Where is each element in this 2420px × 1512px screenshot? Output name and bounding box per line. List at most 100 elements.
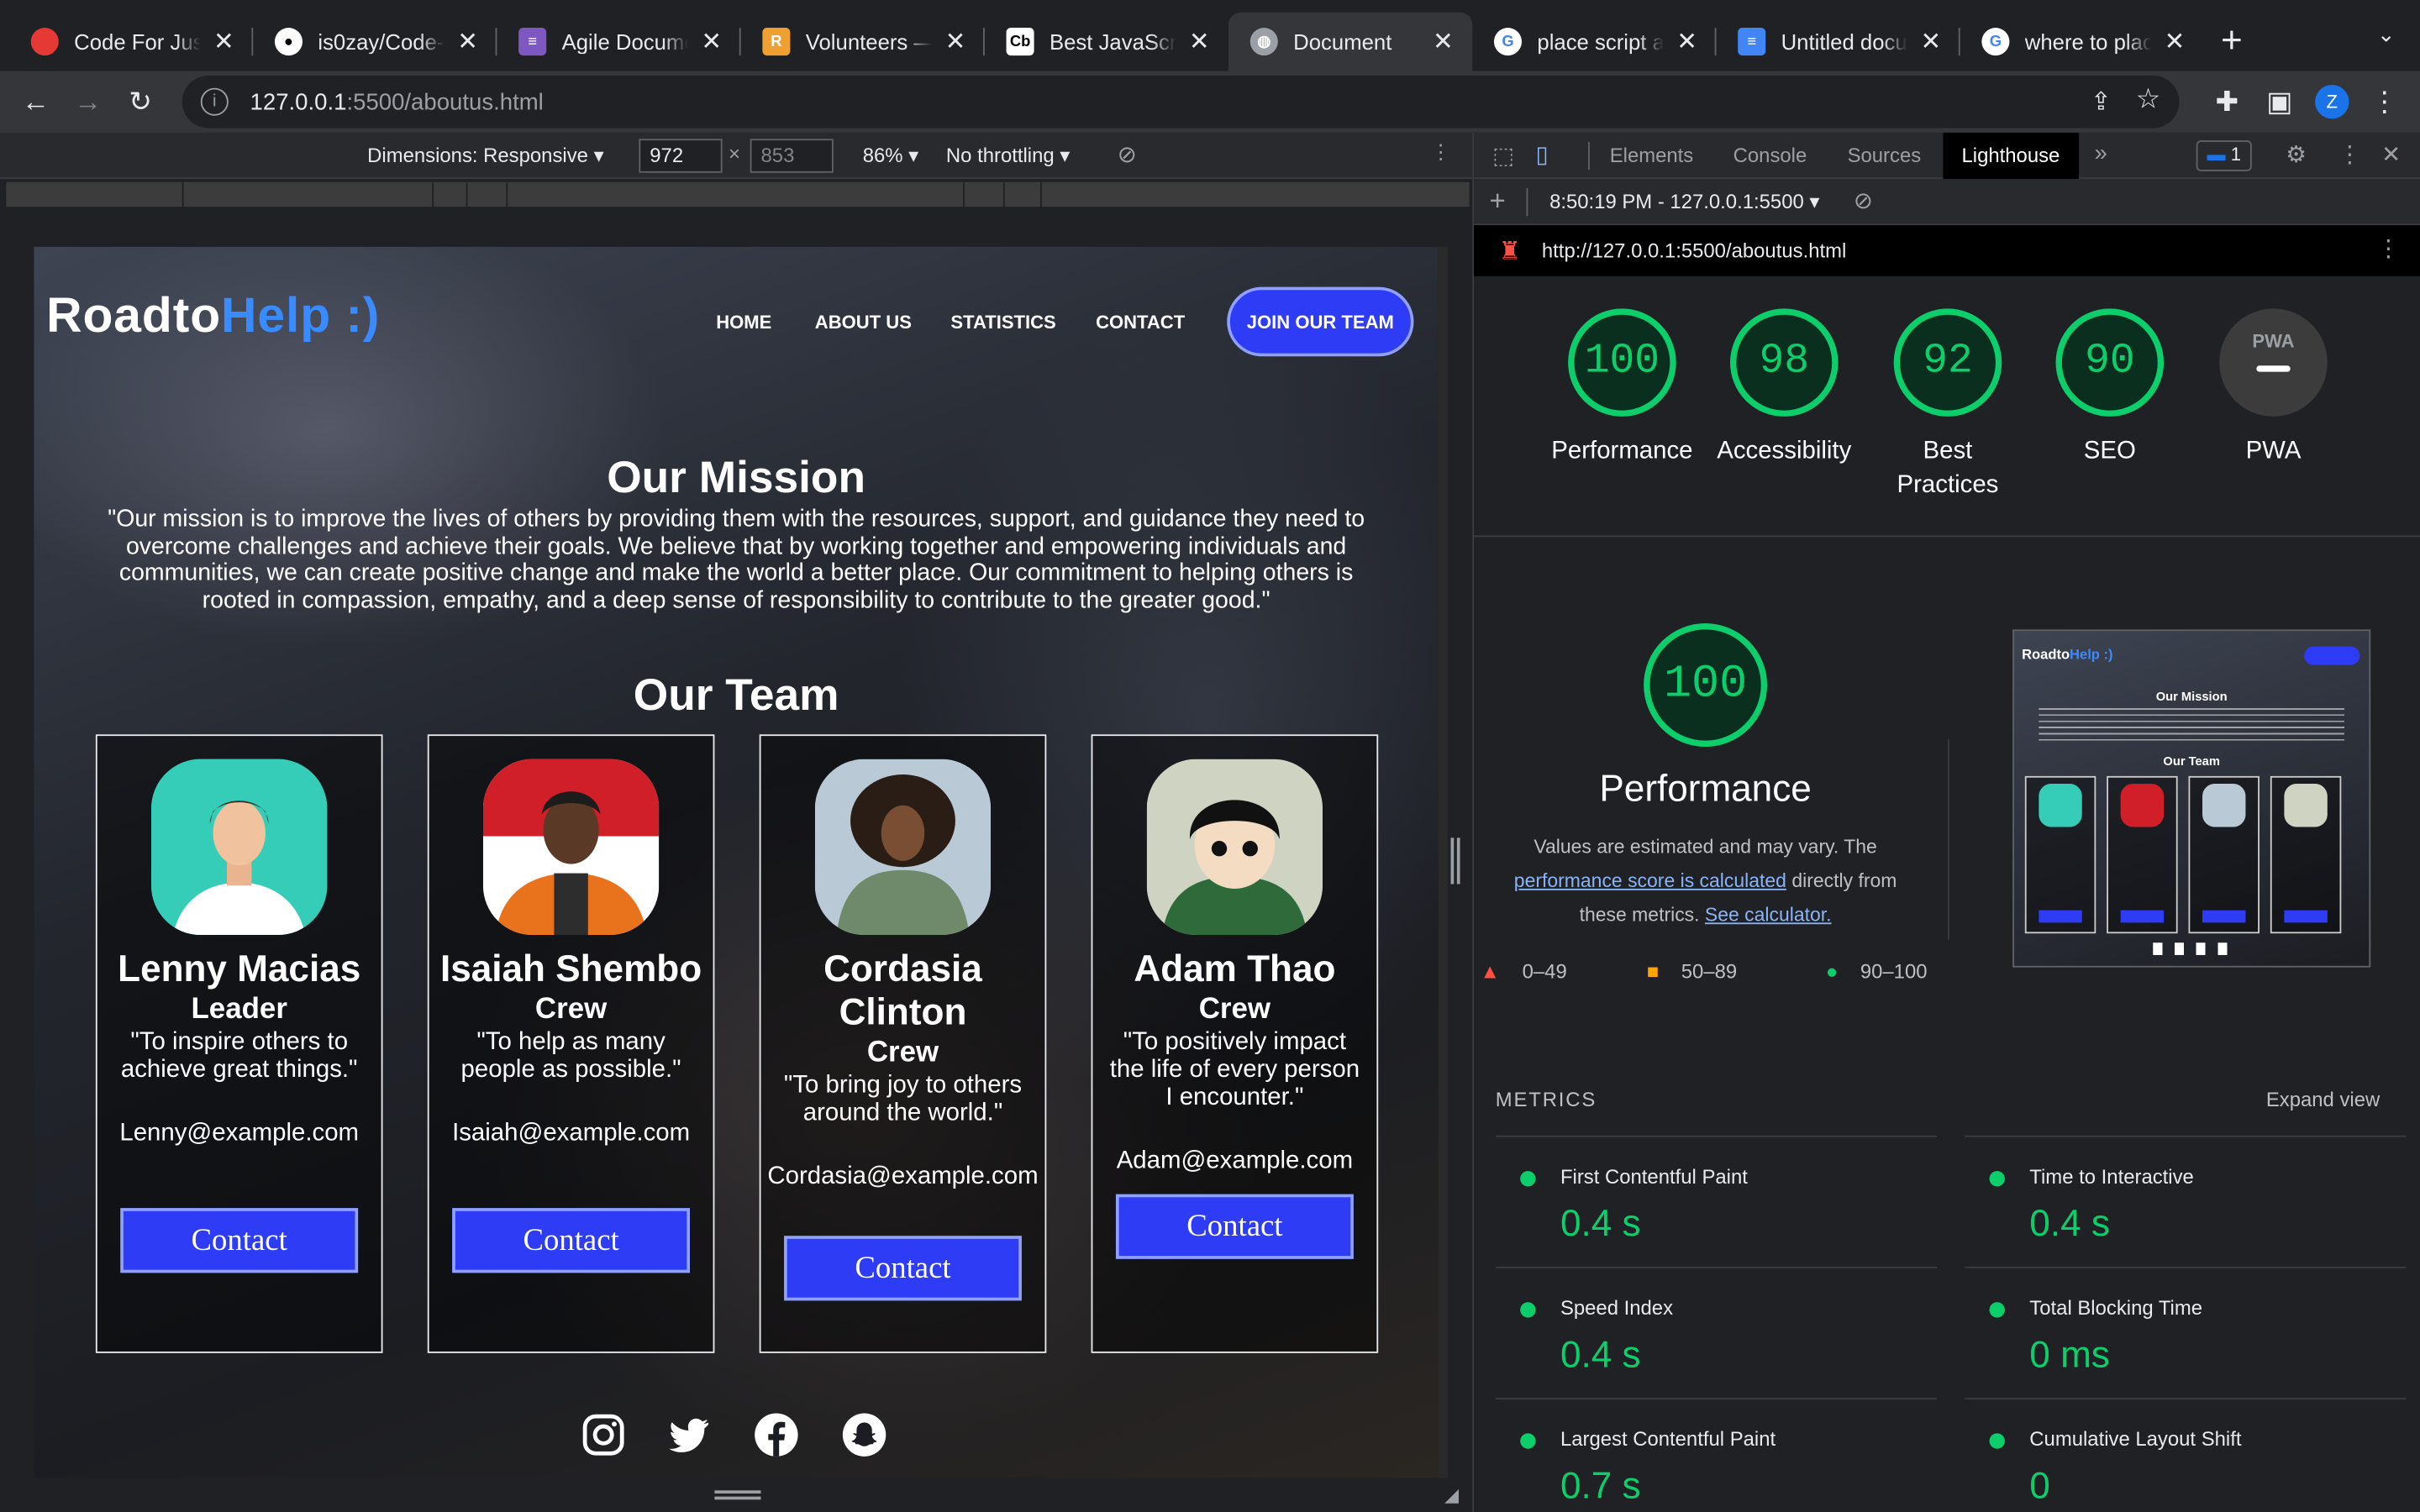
contact-button[interactable]: Contact bbox=[120, 1208, 359, 1273]
clear-reports-icon[interactable]: ⊘ bbox=[1854, 186, 1873, 214]
share-icon[interactable]: ⇪ bbox=[2091, 87, 2112, 118]
tab-title: where to place bbox=[2024, 29, 2152, 55]
score-calculated-link[interactable]: performance score is calculated bbox=[1514, 870, 1786, 892]
nav-contact[interactable]: CONTACT bbox=[1096, 312, 1185, 333]
contact-button[interactable]: Contact bbox=[784, 1236, 1022, 1301]
browser-tab[interactable]: Cb Best JavaScript ✕ bbox=[985, 13, 1228, 71]
more-tabs-icon[interactable]: » bbox=[2094, 140, 2107, 166]
profile-avatar[interactable]: Z bbox=[2315, 85, 2349, 119]
close-tab-icon[interactable]: ✕ bbox=[210, 26, 238, 57]
device-toggle-icon[interactable]: ▯ bbox=[1536, 140, 1549, 168]
settings-gear-icon[interactable]: ⚙ bbox=[2286, 140, 2307, 168]
contact-button[interactable]: Contact bbox=[1115, 1194, 1354, 1259]
resize-handle-bottom[interactable] bbox=[714, 1490, 761, 1500]
close-tab-icon[interactable]: ✕ bbox=[1673, 26, 1701, 57]
contact-button[interactable]: Contact bbox=[452, 1208, 691, 1273]
back-icon[interactable]: ← bbox=[9, 76, 61, 128]
snapchat-icon[interactable] bbox=[841, 1412, 887, 1458]
see-calculator-link[interactable]: See calculator. bbox=[1705, 904, 1832, 926]
close-tab-icon[interactable]: ✕ bbox=[697, 26, 725, 57]
tab-title: is0zay/Code-For-Justice bbox=[318, 29, 445, 55]
google-icon: G bbox=[1981, 28, 2010, 56]
bookmark-star-icon[interactable]: ☆ bbox=[2136, 83, 2161, 116]
browser-tab[interactable]: R Volunteers — Readme ✕ bbox=[741, 13, 985, 71]
score-pwa[interactable]: PWA PWA bbox=[2181, 308, 2365, 469]
throttling-dropdown[interactable]: No throttling ▾ bbox=[946, 144, 1070, 168]
member-avatar bbox=[151, 759, 328, 936]
nav-home[interactable]: HOME bbox=[716, 312, 771, 333]
legend-pass: ● 90–100 bbox=[1825, 959, 1928, 984]
globe-icon: ◍ bbox=[1249, 28, 1278, 56]
close-tab-icon[interactable]: ✕ bbox=[941, 26, 969, 57]
address-bar[interactable]: i 127.0.0.1:5500/aboutus.html ⇪ ☆ bbox=[182, 76, 2180, 129]
score-value: 100 bbox=[1568, 308, 1676, 417]
browser-tab[interactable]: ≡ Agile Documents ✕ bbox=[497, 13, 741, 71]
instagram-icon[interactable] bbox=[581, 1412, 627, 1458]
nav-about-us[interactable]: ABOUT US bbox=[815, 312, 912, 333]
browser-menu-icon[interactable]: ⋮ bbox=[2359, 76, 2411, 128]
forward-icon[interactable]: → bbox=[61, 76, 113, 128]
browser-tab[interactable]: Gwhere to place ✕ bbox=[1960, 13, 2204, 71]
media-query-ruler[interactable] bbox=[6, 181, 1470, 207]
height-input[interactable]: 853 bbox=[750, 139, 834, 173]
circle-icon: ● bbox=[1825, 959, 1839, 984]
thumb-join-button bbox=[2304, 646, 2360, 665]
join-our-team-button[interactable]: JOIN OUR TEAM bbox=[1227, 286, 1414, 357]
resize-handle-right[interactable] bbox=[1450, 837, 1460, 885]
report-menu-icon[interactable]: ⋮ bbox=[2377, 234, 2401, 262]
width-input[interactable]: 972 bbox=[639, 139, 723, 173]
thumb-logo: RoadtoHelp :) bbox=[2022, 646, 2113, 662]
performance-title: Performance bbox=[1599, 768, 1812, 811]
close-tab-icon[interactable]: ✕ bbox=[1186, 26, 1213, 57]
close-tab-icon[interactable]: ✕ bbox=[1429, 26, 1457, 57]
browser-tab[interactable]: Gplace script at ✕ bbox=[1472, 13, 1717, 71]
score-seo[interactable]: 90 SEO bbox=[2018, 308, 2202, 469]
score-accessibility[interactable]: 98 Accessibility bbox=[1691, 308, 1876, 469]
member-email: Adam@example.com bbox=[1116, 1147, 1354, 1174]
side-panel-icon[interactable]: ▣ bbox=[2254, 76, 2306, 128]
resize-corner-icon[interactable]: ◢ bbox=[1444, 1484, 1459, 1506]
devtools-menu-icon[interactable]: ⋮ bbox=[2338, 140, 2362, 168]
nav-statistics[interactable]: STATISTICS bbox=[950, 312, 1055, 333]
devtools-tabbar: ⬚ ▯ Elements Console Sources Lighthouse … bbox=[1474, 132, 2420, 180]
url-path: :5500/aboutus.html bbox=[346, 88, 544, 115]
tab-sources[interactable]: Sources bbox=[1848, 144, 1922, 167]
tab-lighthouse[interactable]: Lighthouse bbox=[1943, 132, 2079, 180]
close-devtools-icon[interactable]: ✕ bbox=[2381, 140, 2401, 168]
reload-icon[interactable]: ↻ bbox=[114, 76, 166, 128]
thumb-card bbox=[2024, 775, 2096, 934]
rotate-icon[interactable]: ⊘ bbox=[1118, 140, 1137, 168]
viewport-scrollbar[interactable] bbox=[1438, 246, 1448, 1478]
browser-tab-active[interactable]: ◍ Document ✕ bbox=[1228, 12, 1473, 71]
site-info-icon[interactable]: i bbox=[200, 87, 229, 116]
issues-badge[interactable]: ▬ 1 bbox=[2196, 140, 2252, 171]
score-best-practices[interactable]: 92 Best Practices bbox=[1855, 308, 2040, 502]
site-logo[interactable]: RoadtoHelp :) bbox=[46, 287, 380, 344]
close-tab-icon[interactable]: ✕ bbox=[1917, 26, 1944, 57]
close-tab-icon[interactable]: ✕ bbox=[2160, 26, 2188, 57]
new-tab-button[interactable]: + bbox=[2204, 13, 2260, 71]
extensions-icon[interactable]: ✚ bbox=[2201, 76, 2253, 128]
zoom-dropdown[interactable]: 86% ▾ bbox=[863, 144, 918, 168]
report-selector[interactable]: 8:50:19 PM - 127.0.0.1:5500 ▾ bbox=[1549, 190, 1819, 214]
metric-fcp: First Contentful Paint 0.4 s bbox=[1495, 1135, 1938, 1267]
device-more-icon[interactable]: ⋮ bbox=[1431, 140, 1451, 165]
score-performance[interactable]: 100 Performance bbox=[1529, 308, 1714, 469]
thumb-social-icons bbox=[2153, 942, 2231, 955]
expand-view-toggle[interactable]: Expand view bbox=[2266, 1088, 2380, 1111]
dimensions-dropdown[interactable]: Dimensions: Responsive ▾ bbox=[367, 144, 603, 168]
close-tab-icon[interactable]: ✕ bbox=[454, 26, 481, 57]
team-card: Cordasia Clinton Crew "To bring joy to oth… bbox=[759, 734, 1047, 1353]
browser-tab[interactable]: ● is0zay/Code-For-Justice ✕ bbox=[253, 13, 497, 71]
browser-tab[interactable]: ≡ Untitled document ✕ bbox=[1716, 13, 1960, 71]
tab-elements[interactable]: Elements bbox=[1610, 144, 1694, 167]
browser-tab[interactable]: Code For Justice ✕ bbox=[9, 13, 254, 71]
report-url[interactable]: http://127.0.0.1:5500/aboutus.html bbox=[1542, 239, 1846, 263]
page-screenshot-thumbnail[interactable]: RoadtoHelp :) Our Mission Our Team bbox=[2012, 629, 2371, 968]
inspect-element-icon[interactable]: ⬚ bbox=[1492, 142, 1514, 170]
facebook-icon[interactable] bbox=[753, 1412, 799, 1458]
new-report-icon[interactable]: + bbox=[1489, 185, 1505, 218]
tab-console[interactable]: Console bbox=[1733, 144, 1807, 167]
tab-search-icon[interactable]: ⌄ bbox=[2377, 22, 2396, 48]
twitter-icon[interactable] bbox=[666, 1412, 712, 1458]
